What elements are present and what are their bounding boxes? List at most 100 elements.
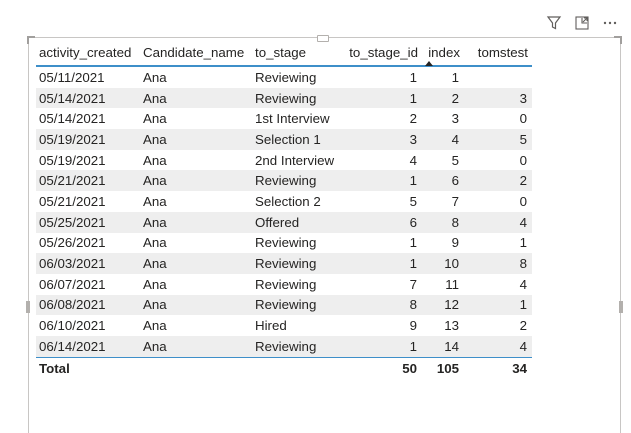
cell-index: 12: [422, 294, 464, 316]
cell-index: 3: [451, 111, 459, 127]
cell-activity-created: 06/14/2021: [36, 335, 140, 358]
cell-index: 10: [422, 253, 464, 274]
cell-activity-created: 05/14/2021: [39, 111, 106, 127]
filter-icon[interactable]: [545, 14, 563, 32]
cell-candidate-name: Ana: [143, 193, 167, 209]
cell-index: 9: [451, 235, 459, 251]
cell-to-stage-id: 1: [344, 170, 422, 192]
cell-tomstest: 8: [464, 253, 532, 274]
resize-handle-left[interactable]: [26, 301, 30, 313]
cell-index: 14: [422, 335, 464, 358]
cell-tomstest: 0: [519, 111, 527, 127]
column-header-activity-created[interactable]: activity_created: [36, 40, 140, 67]
table-body: 05/11/2021 Ana Reviewing 1 1 05/14/2021 Ana Rev…: [36, 66, 532, 358]
table-row[interactable]: 05/14/2021 Ana 1st Interview 2 3 0: [36, 108, 532, 129]
column-header-candidate-name[interactable]: Candidate_name: [140, 40, 252, 67]
cell-activity-created: 06/03/2021: [36, 253, 140, 274]
cell-to-stage-id: 4: [409, 152, 417, 168]
table-row[interactable]: 05/25/2021 Ana Offered 6 8 4: [36, 211, 532, 233]
cell-tomstest: 2: [519, 318, 527, 334]
cell-candidate-name: Ana: [140, 335, 252, 358]
table-row[interactable]: 05/14/2021 Ana Reviewing 1 2 3: [36, 87, 532, 109]
resize-handle-right[interactable]: [619, 301, 623, 313]
focus-mode-icon[interactable]: [573, 14, 591, 32]
cell-activity-created: 05/26/2021: [39, 235, 106, 251]
cell-to-stage: Reviewing: [252, 335, 344, 358]
cell-activity-created: 05/19/2021: [36, 129, 140, 150]
total-empty: [140, 356, 252, 380]
total-tomstest: 34: [464, 356, 532, 380]
table-container: activity_created Candidate_name to_stage…: [36, 40, 532, 380]
cell-activity-created: 06/10/2021: [39, 318, 106, 334]
cell-index: 1: [451, 69, 459, 85]
column-header-to-stage[interactable]: to_stage: [252, 40, 344, 67]
cell-to-stage: Reviewing: [252, 87, 344, 109]
table-row[interactable]: 05/21/2021 Ana Selection 2 5 7 0: [36, 191, 532, 212]
cell-to-stage: Selection 1: [252, 129, 344, 150]
cell-tomstest: 0: [519, 193, 527, 209]
cell-candidate-name: Ana: [140, 253, 252, 274]
cell-to-stage: Reviewing: [252, 253, 344, 274]
cell-index: 2: [422, 87, 464, 109]
cell-index: 5: [451, 152, 459, 168]
cell-activity-created: 05/14/2021: [36, 87, 140, 109]
table-row[interactable]: 06/03/2021 Ana Reviewing 1 10 8: [36, 253, 532, 274]
cell-to-stage-id: 1: [344, 335, 422, 358]
table-row[interactable]: 06/14/2021 Ana Reviewing 1 14 4: [36, 335, 532, 358]
column-header-tomstest[interactable]: tomstest: [464, 40, 532, 67]
table-row[interactable]: 05/19/2021 Ana Selection 1345: [36, 129, 532, 150]
column-header-to-stage-id[interactable]: to_stage_id: [344, 40, 422, 67]
cell-to-stage: Reviewing: [255, 276, 317, 292]
cell-tomstest: 4: [519, 276, 527, 292]
cell-to-stage: Offered: [252, 211, 344, 233]
cell-activity-created: 05/11/2021: [39, 69, 105, 85]
cell-to-stage-id: 1: [344, 253, 422, 274]
cell-to-stage-id: 1: [409, 235, 417, 251]
cell-activity-created: 05/19/2021: [39, 152, 106, 168]
table-row[interactable]: 06/07/2021 Ana Reviewing 7 11 4: [36, 274, 532, 295]
cell-activity-created: 06/07/2021: [39, 276, 106, 292]
cell-tomstest: 1: [519, 235, 527, 251]
table-row[interactable]: 06/10/2021 Ana Hired 9 13 2: [36, 315, 532, 336]
column-header-index[interactable]: index: [422, 40, 464, 67]
cell-to-stage-id: 6: [344, 211, 422, 233]
cell-to-stage: Hired: [255, 318, 287, 334]
table-row[interactable]: 05/21/2021 Ana Reviewing 1 6 2: [36, 170, 532, 192]
cell-candidate-name: Ana: [143, 69, 167, 85]
total-to-stage-id: 50: [344, 356, 422, 380]
cell-candidate-name: Ana: [140, 87, 252, 109]
cell-to-stage-id: 5: [409, 193, 417, 209]
cell-activity-created: 05/25/2021: [36, 211, 140, 233]
cell-tomstest: 4: [464, 335, 532, 358]
total-empty: [252, 356, 344, 380]
cell-to-stage: Reviewing: [252, 294, 344, 316]
cell-to-stage: Selection 2: [255, 193, 321, 209]
data-table: activity_created Candidate_name to_stage…: [36, 40, 532, 380]
cell-to-stage-id: 8: [344, 294, 422, 316]
cell-tomstest: 3: [464, 87, 532, 109]
table-row[interactable]: 05/26/2021 Ana Reviewing 1 9 1: [36, 233, 532, 254]
cell-candidate-name: Ana: [140, 294, 252, 316]
cell-index: 8: [422, 211, 464, 233]
table-row[interactable]: 06/08/2021 Ana Reviewing 8 12 1: [36, 294, 532, 316]
more-options-icon[interactable]: [601, 14, 619, 32]
cell-to-stage-id: 7: [409, 276, 417, 292]
cell-candidate-name: Ana: [143, 152, 167, 168]
table-row[interactable]: 05/11/2021 Ana Reviewing 1 1: [36, 66, 532, 88]
table-row[interactable]: 05/19/2021 Ana 2nd Interview 4 5 0: [36, 150, 532, 171]
cell-to-stage: Reviewing: [255, 69, 317, 85]
cell-to-stage: 1st Interview: [255, 111, 330, 127]
cell-to-stage: 2nd Interview: [255, 152, 335, 168]
cell-candidate-name: Ana: [140, 129, 252, 150]
cell-activity-created: 05/21/2021: [36, 170, 140, 192]
resize-corner-top-right[interactable]: [614, 36, 622, 44]
cell-activity-created: 06/08/2021: [36, 294, 140, 316]
cell-candidate-name: Ana: [140, 211, 252, 233]
cell-to-stage-id: 3: [344, 129, 422, 150]
visual-header: [545, 14, 619, 32]
cell-tomstest: 4: [464, 211, 532, 233]
resize-corner-top-left[interactable]: [27, 36, 35, 44]
cell-candidate-name: Ana: [143, 235, 167, 251]
total-label: Total: [36, 356, 140, 380]
cell-index: 4: [422, 129, 464, 150]
